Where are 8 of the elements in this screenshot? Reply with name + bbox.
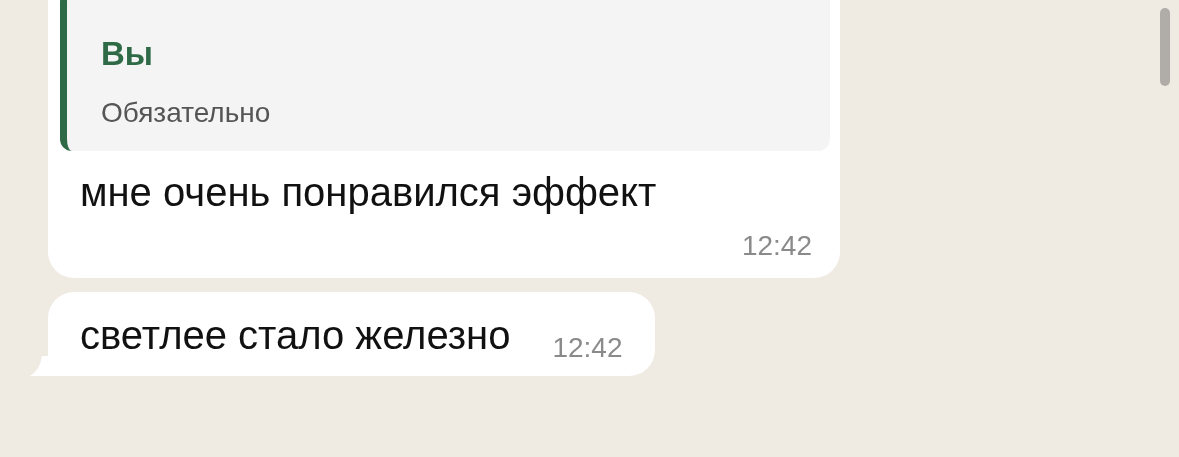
message-text: светлее стало железно xyxy=(80,311,511,358)
message-time: 12:42 xyxy=(741,231,812,262)
scrollbar[interactable] xyxy=(1160,8,1170,86)
message-text: мне очень понравился эффект xyxy=(80,169,658,216)
reply-quote[interactable]: Вы Обязательно xyxy=(60,0,830,152)
quote-author: Вы xyxy=(101,36,154,73)
message-time: 12:42 xyxy=(552,333,623,364)
quote-text: Обязательно xyxy=(101,98,272,130)
